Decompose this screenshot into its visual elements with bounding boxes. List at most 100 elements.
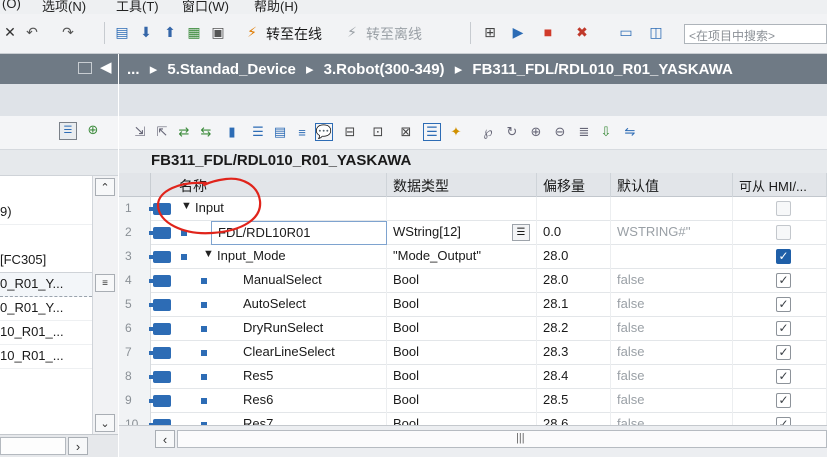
stop-cpu-icon[interactable]: ■ bbox=[538, 22, 558, 42]
copy-start-value-icon[interactable]: ⊡ bbox=[369, 123, 387, 141]
split-horizontal-icon[interactable]: ▭ bbox=[616, 22, 636, 42]
undo-icon[interactable]: ↶ bbox=[22, 22, 42, 42]
row-number[interactable]: 1 bbox=[119, 197, 151, 221]
scroll-up-icon[interactable]: ⌃ bbox=[95, 178, 115, 196]
hmi-accessible-checkbox[interactable] bbox=[776, 201, 791, 216]
param-name-cell[interactable]: Res6 bbox=[237, 389, 387, 413]
table-row[interactable]: 6 DryRunSelect Bool 28.2 false ✓ bbox=[119, 317, 827, 341]
scroll-grip-icon[interactable]: ≡ bbox=[95, 274, 115, 292]
datatype-list-button[interactable]: ☰ bbox=[512, 224, 530, 241]
accessible-devices-icon[interactable]: ⊞ bbox=[480, 22, 500, 42]
row-number[interactable]: 10 bbox=[119, 413, 151, 425]
hmi-accessible-checkbox[interactable] bbox=[776, 225, 791, 240]
save-icon[interactable]: ▣ bbox=[208, 22, 228, 42]
hmi-accessible-checkbox[interactable]: ✓ bbox=[776, 249, 791, 264]
cross-reference-icon[interactable]: ✖ bbox=[572, 22, 592, 42]
param-datatype-cell[interactable] bbox=[387, 197, 537, 221]
collapse-all-icon[interactable]: ▤ bbox=[271, 123, 289, 141]
breadcrumb-item[interactable]: 3.Robot(300-349) bbox=[324, 61, 445, 78]
column-header-name[interactable]: 名称 bbox=[151, 173, 387, 197]
param-datatype-cell[interactable]: Bool bbox=[387, 341, 537, 365]
table-row[interactable]: 5 AutoSelect Bool 28.1 false ✓ bbox=[119, 293, 827, 317]
menu-item-options[interactable]: 选项(N) bbox=[42, 0, 86, 14]
hmi-accessible-checkbox[interactable]: ✓ bbox=[776, 321, 791, 336]
param-default-cell[interactable]: false bbox=[611, 365, 733, 389]
param-datatype-cell[interactable]: Bool bbox=[387, 365, 537, 389]
param-datatype-cell[interactable]: Bool bbox=[387, 269, 537, 293]
scroll-left-icon[interactable]: ‹ bbox=[155, 430, 175, 448]
load-start-value-icon[interactable]: ⊠ bbox=[397, 123, 415, 141]
hmi-accessible-checkbox[interactable]: ✓ bbox=[776, 393, 791, 408]
column-header-datatype[interactable]: 数据类型 bbox=[387, 173, 537, 197]
table-row[interactable]: 7 ClearLineSelect Bool 28.3 false ✓ bbox=[119, 341, 827, 365]
hmi-accessible-checkbox[interactable]: ✓ bbox=[776, 297, 791, 312]
breadcrumb-item[interactable]: 5.Standad_Device bbox=[167, 61, 295, 78]
insert-row-icon[interactable]: ⇲ bbox=[131, 123, 149, 141]
param-name-cell[interactable]: DryRunSelect bbox=[237, 317, 387, 341]
keep-actual-values-icon[interactable]: ℘ bbox=[479, 123, 497, 141]
row-number[interactable]: 2 bbox=[119, 221, 151, 245]
table-row[interactable]: 1 ▼ Input bbox=[119, 197, 827, 221]
tree-item[interactable]: 10_R01_... bbox=[0, 321, 92, 345]
modify-icon[interactable]: ⊖ bbox=[551, 123, 569, 141]
table-row[interactable]: 3 ▼ Input_Mode "Mode_Output" 28.0 ✓ bbox=[119, 245, 827, 269]
snapshot-icon[interactable]: ⊟ bbox=[341, 123, 359, 141]
upload-icon[interactable]: ⬆ bbox=[160, 22, 180, 42]
snapshot-values-icon[interactable]: ↻ bbox=[503, 123, 521, 141]
table-row[interactable]: 4 ManualSelect Bool 28.0 false ✓ bbox=[119, 269, 827, 293]
param-name-cell[interactable]: FDL/RDL10R01 bbox=[211, 221, 387, 245]
scroll-right-icon[interactable]: › bbox=[68, 437, 88, 455]
details-view-icon[interactable]: ☰ bbox=[59, 122, 77, 140]
go-offline-button[interactable]: 转至离线 bbox=[366, 24, 422, 44]
param-name-cell[interactable]: Res7 bbox=[237, 413, 387, 425]
param-name-cell[interactable]: Input bbox=[189, 197, 387, 221]
param-datatype-cell[interactable]: WString[12] ☰ bbox=[387, 221, 537, 245]
scroll-down-icon[interactable]: ⌄ bbox=[95, 414, 115, 432]
row-number[interactable]: 4 bbox=[119, 269, 151, 293]
redo-icon[interactable]: ↷ bbox=[58, 22, 78, 42]
add-row-icon[interactable]: ⇱ bbox=[153, 123, 171, 141]
download-values-icon[interactable]: ⇩ bbox=[597, 123, 615, 141]
h-scroll-thumb[interactable] bbox=[0, 437, 66, 455]
table-row[interactable]: 8 Res5 Bool 28.4 false ✓ bbox=[119, 365, 827, 389]
column-header-hmi[interactable]: 可从 HMI/... bbox=[733, 173, 827, 197]
tree-vertical-scrollbar[interactable]: ⌃ ≡ ⌄ bbox=[92, 176, 118, 434]
param-default-cell[interactable] bbox=[611, 197, 733, 221]
breadcrumb-ellipsis[interactable]: ... bbox=[127, 61, 140, 78]
param-name-cell[interactable]: AutoSelect bbox=[237, 293, 387, 317]
param-default-cell[interactable] bbox=[611, 245, 733, 269]
row-number[interactable]: 7 bbox=[119, 341, 151, 365]
go-online-button[interactable]: 转至在线 bbox=[266, 24, 322, 44]
param-default-cell[interactable]: false bbox=[611, 269, 733, 293]
param-datatype-cell[interactable]: Bool bbox=[387, 389, 537, 413]
list-icon[interactable]: ≣ bbox=[575, 123, 593, 141]
start-cpu-icon[interactable]: ▶ bbox=[508, 22, 528, 42]
param-default-cell[interactable]: false bbox=[611, 341, 733, 365]
param-datatype-cell[interactable]: Bool bbox=[387, 293, 537, 317]
tree-item[interactable]: 10_R01_... bbox=[0, 345, 92, 369]
param-name-cell[interactable]: Input_Mode bbox=[211, 245, 387, 269]
param-default-cell[interactable]: false bbox=[611, 389, 733, 413]
panel-layout-icon[interactable] bbox=[78, 62, 92, 74]
tree-item[interactable]: 0_R01_Y... bbox=[0, 297, 92, 321]
tree-horizontal-scrollbar[interactable]: › bbox=[0, 434, 118, 457]
row-number[interactable]: 8 bbox=[119, 365, 151, 389]
collapse-panel-icon[interactable]: ◀ bbox=[100, 58, 112, 76]
menu-item-window[interactable]: 窗口(W) bbox=[182, 0, 229, 14]
monitor-icon[interactable]: ▮ bbox=[223, 123, 241, 141]
go-offline-icon[interactable]: ⚡ bbox=[342, 22, 362, 42]
close-x-icon[interactable]: ✕ bbox=[0, 22, 20, 42]
retain-icon[interactable]: ⇋ bbox=[621, 123, 639, 141]
column-header-offset[interactable]: 偏移量 bbox=[537, 173, 611, 197]
hmi-accessible-checkbox[interactable]: ✓ bbox=[776, 345, 791, 360]
hmi-accessible-checkbox[interactable]: ✓ bbox=[776, 417, 791, 425]
param-default-cell[interactable]: false bbox=[611, 317, 733, 341]
menu-item-o[interactable]: (O) bbox=[2, 0, 21, 11]
param-datatype-cell[interactable]: Bool bbox=[387, 413, 537, 425]
h-scroll-thumb[interactable]: ||| bbox=[177, 430, 827, 448]
comment-icon[interactable]: 💬 bbox=[315, 123, 333, 141]
param-default-cell[interactable]: false bbox=[611, 413, 733, 425]
param-default-cell[interactable]: WSTRING#'' bbox=[611, 221, 733, 245]
row-number[interactable]: 6 bbox=[119, 317, 151, 341]
update-all-icon[interactable]: ⇆ bbox=[197, 123, 215, 141]
